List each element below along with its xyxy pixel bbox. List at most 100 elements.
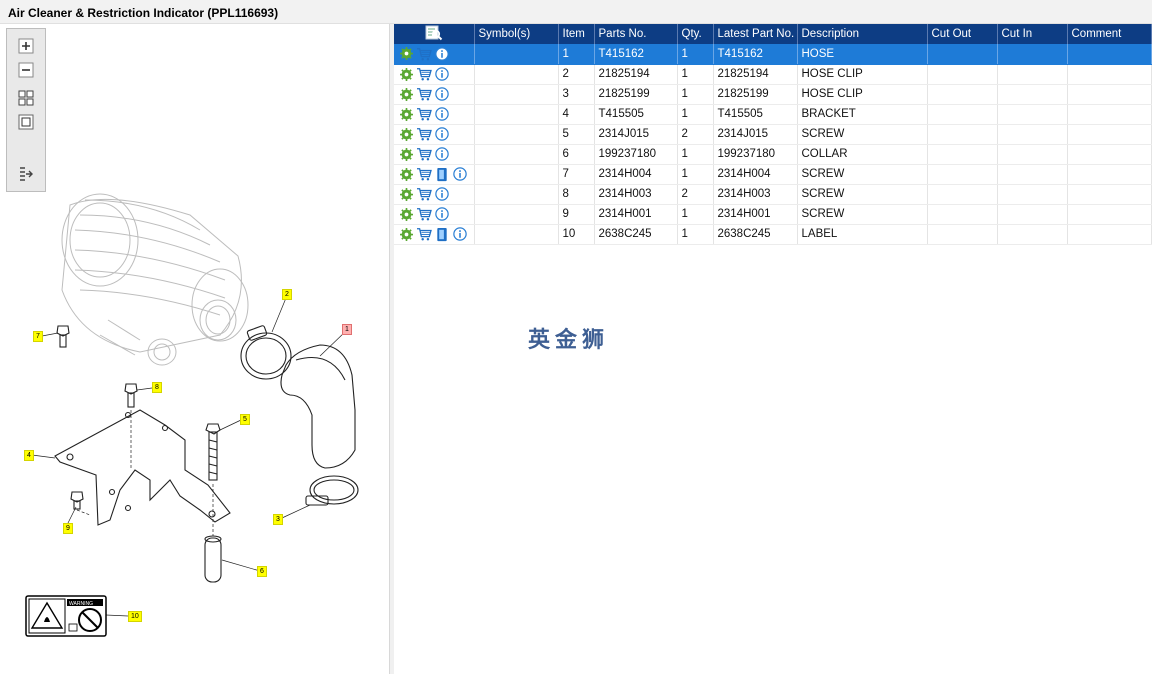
cell-cut-in: [997, 124, 1068, 145]
column-header-comment[interactable]: Comment: [1067, 24, 1152, 44]
page-title: Air Cleaner & Restriction Indicator (PPL…: [8, 6, 279, 20]
search-parts-icon[interactable]: [425, 25, 443, 44]
cell-qty: 1: [677, 84, 714, 105]
column-header-actions[interactable]: [394, 24, 475, 44]
cell-latest: T415505: [713, 104, 798, 125]
callout-9[interactable]: 9: [63, 523, 73, 534]
cell-qty: 1: [677, 224, 714, 245]
column-header-parts_no[interactable]: Parts No.: [594, 24, 678, 44]
info-icon[interactable]: [434, 186, 450, 202]
cart-icon[interactable]: [416, 186, 432, 202]
table-row[interactable]: 8 2314H003 2 2314H003 SCREW: [394, 184, 1152, 205]
gear-icon[interactable]: [398, 146, 414, 162]
info-icon[interactable]: [434, 46, 450, 62]
column-header-cut_in[interactable]: Cut In: [997, 24, 1068, 44]
gear-icon[interactable]: [398, 86, 414, 102]
table-row[interactable]: 2 21825194 1 21825194 HOSE CLIP: [394, 64, 1152, 85]
table-row[interactable]: 6 199237180 1 199237180 COLLAR: [394, 144, 1152, 165]
row-actions: [394, 124, 475, 145]
document-icon[interactable]: [434, 226, 450, 242]
gear-icon[interactable]: [398, 166, 414, 182]
cart-icon[interactable]: [416, 86, 432, 102]
cell-desc: HOSE CLIP: [797, 64, 928, 85]
column-header-item[interactable]: Item: [558, 24, 595, 44]
diagram-pane[interactable]: WARNING 1 2 3 4 5 6 7 8 9 10: [0, 24, 390, 674]
cell-qty: 1: [677, 104, 714, 125]
callout-10[interactable]: 10: [128, 611, 142, 622]
cart-icon[interactable]: [416, 126, 432, 142]
table-row[interactable]: 4 T415505 1 T415505 BRACKET: [394, 104, 1152, 125]
gear-icon[interactable]: [398, 126, 414, 142]
info-icon[interactable]: [434, 126, 450, 142]
document-icon[interactable]: [434, 166, 450, 182]
cart-icon[interactable]: [416, 46, 432, 62]
column-header-qty[interactable]: Qty.: [677, 24, 714, 44]
callout-8[interactable]: 8: [152, 382, 162, 393]
callout-4[interactable]: 4: [24, 450, 34, 461]
cell-qty: 2: [677, 124, 714, 145]
list-export-button[interactable]: [16, 165, 36, 183]
table-row[interactable]: 10 2638C245 1 2638C245 LABEL: [394, 224, 1152, 245]
info-icon[interactable]: [434, 86, 450, 102]
gear-icon[interactable]: [398, 186, 414, 202]
column-header-latest[interactable]: Latest Part No.: [713, 24, 798, 44]
cell-symbols: [474, 164, 559, 185]
cell-item: 9: [558, 204, 595, 225]
cell-item: 3: [558, 84, 595, 105]
column-header-cut_out[interactable]: Cut Out: [927, 24, 998, 44]
cell-comment: [1067, 144, 1152, 165]
zoom-in-button[interactable]: [16, 37, 36, 55]
cell-item: 2: [558, 64, 595, 85]
cell-comment: [1067, 184, 1152, 205]
cell-latest: T415162: [713, 44, 798, 65]
info-icon[interactable]: [452, 166, 468, 182]
fit-page-button[interactable]: [16, 89, 36, 107]
cell-cut-out: [927, 64, 998, 85]
cell-cut-out: [927, 44, 998, 65]
callout-5[interactable]: 5: [240, 414, 250, 425]
cell-desc: SCREW: [797, 164, 928, 185]
cell-cut-in: [997, 64, 1068, 85]
callout-6[interactable]: 6: [257, 566, 267, 577]
table-row[interactable]: 3 21825199 1 21825199 HOSE CLIP: [394, 84, 1152, 105]
info-icon[interactable]: [452, 226, 468, 242]
info-icon[interactable]: [434, 66, 450, 82]
actual-size-button[interactable]: [16, 113, 36, 131]
table-row[interactable]: 7 2314H004 1 2314H004 SCREW: [394, 164, 1152, 185]
gear-icon[interactable]: [398, 106, 414, 122]
info-icon[interactable]: [434, 206, 450, 222]
cell-symbols: [474, 104, 559, 125]
cart-icon[interactable]: [416, 66, 432, 82]
info-icon[interactable]: [434, 146, 450, 162]
cell-parts-no: T415505: [594, 104, 678, 125]
cart-icon[interactable]: [416, 146, 432, 162]
table-header-row: Symbol(s) Item Parts No. Qty. Latest Part No…: [394, 24, 1152, 44]
table-row[interactable]: 1 T415162 1 T415162 HOSE: [394, 44, 1152, 65]
callout-1[interactable]: 1: [342, 324, 352, 335]
callout-7[interactable]: 7: [33, 331, 43, 342]
gear-icon[interactable]: [398, 66, 414, 82]
row-actions: [394, 84, 475, 105]
gear-icon[interactable]: [398, 46, 414, 62]
info-icon[interactable]: [434, 106, 450, 122]
cell-cut-in: [997, 84, 1068, 105]
callout-2[interactable]: 2: [282, 289, 292, 300]
cell-desc: BRACKET: [797, 104, 928, 125]
cart-icon[interactable]: [416, 206, 432, 222]
table-row[interactable]: 5 2314J015 2 2314J015 SCREW: [394, 124, 1152, 145]
row-actions: [394, 64, 475, 85]
zoom-out-button[interactable]: [16, 61, 36, 79]
callout-3[interactable]: 3: [273, 514, 283, 525]
cart-icon[interactable]: [416, 166, 432, 182]
cart-icon[interactable]: [416, 226, 432, 242]
table-row[interactable]: 9 2314H001 1 2314H001 SCREW: [394, 204, 1152, 225]
cell-parts-no: 199237180: [594, 144, 678, 165]
column-header-symbols[interactable]: Symbol(s): [474, 24, 559, 44]
column-header-desc[interactable]: Description: [797, 24, 928, 44]
gear-icon[interactable]: [398, 226, 414, 242]
row-actions: [394, 204, 475, 225]
cell-desc: SCREW: [797, 124, 928, 145]
cart-icon[interactable]: [416, 106, 432, 122]
gear-icon[interactable]: [398, 206, 414, 222]
cell-item: 7: [558, 164, 595, 185]
